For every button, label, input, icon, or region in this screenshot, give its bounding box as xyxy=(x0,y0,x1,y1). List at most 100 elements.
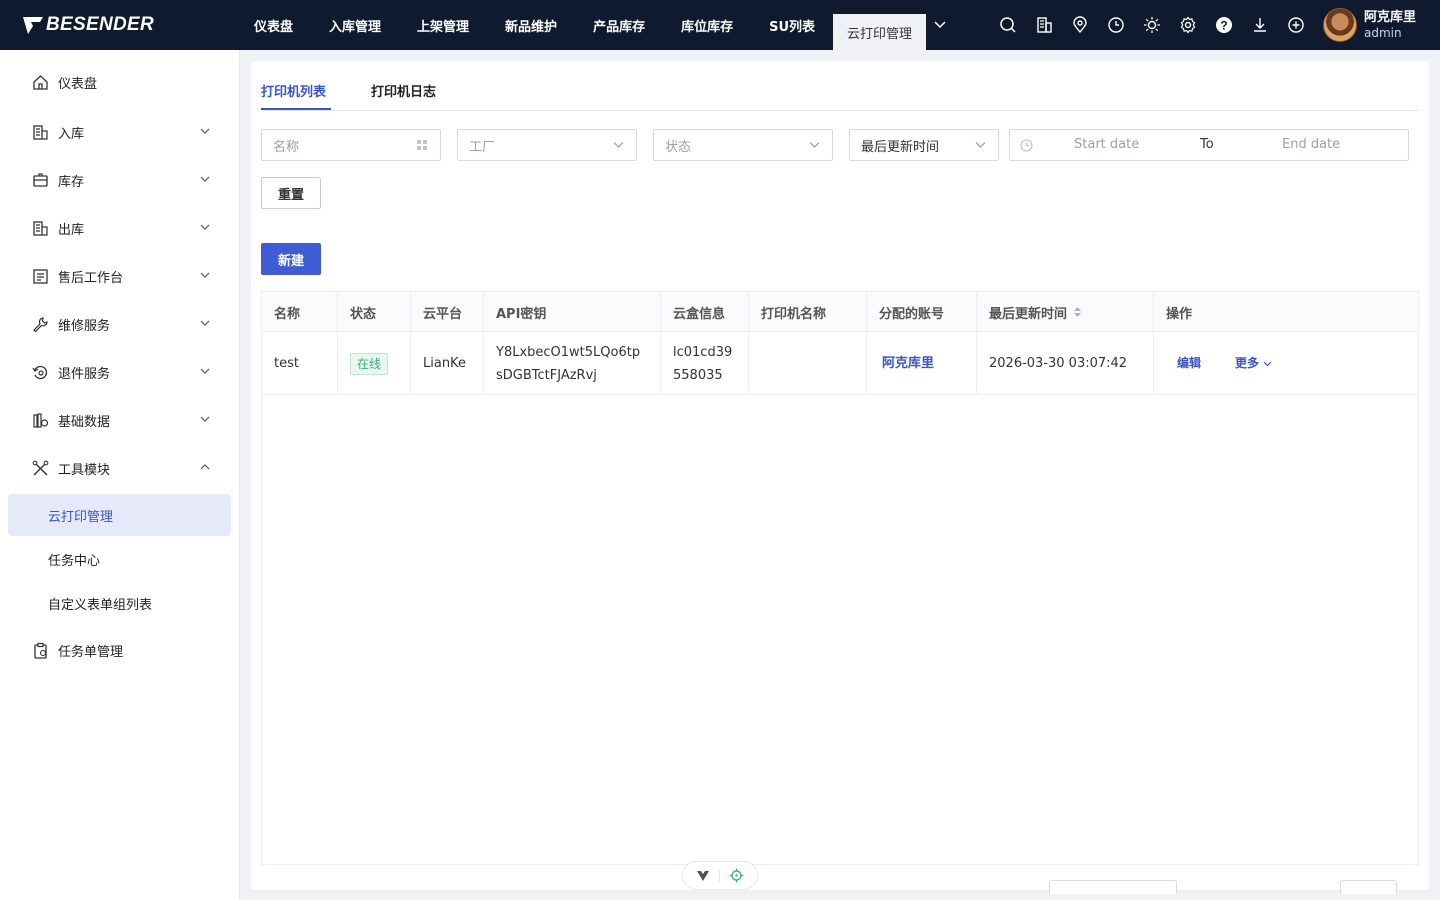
grid-icon xyxy=(417,140,427,150)
user-name: 阿克库里 xyxy=(1364,10,1417,25)
status-badge: 在线 xyxy=(350,352,389,375)
sidebar-item-base-data[interactable]: 基础数据 xyxy=(0,398,240,442)
user-role: admin xyxy=(1364,26,1402,40)
chevron-down-icon xyxy=(200,368,210,374)
sidebar-item-label: 工具模块 xyxy=(58,462,111,478)
sidebar-subitem-custom-forms[interactable]: 自定义表单组列表 xyxy=(8,582,231,624)
download-icon[interactable] xyxy=(1242,0,1278,50)
sidebar-item-dashboard[interactable]: 仪表盘 xyxy=(0,60,240,104)
tab-printer-log[interactable]: 打印机日志 xyxy=(371,81,436,100)
api-key-line-2: sDGBTctFJAzRvj xyxy=(496,367,597,383)
printer-table: 名称 状态 云平台 API密钥 云盒信息 打印机名称 分配的账号 最后更新时间 … xyxy=(261,291,1419,865)
chevron-down-icon xyxy=(200,320,210,326)
nav-su-list[interactable]: SU列表 xyxy=(751,0,833,50)
task-icon xyxy=(34,642,47,659)
clock-icon xyxy=(1020,139,1033,152)
sort-icon[interactable] xyxy=(1073,306,1082,318)
new-button[interactable]: 新建 xyxy=(261,243,321,275)
date-range-picker[interactable]: Start date To End date xyxy=(1009,129,1409,161)
nav-location-inventory[interactable]: 库位库存 xyxy=(663,0,751,50)
tools-icon xyxy=(32,460,49,475)
sidebar-item-tools[interactable]: 工具模块 xyxy=(0,446,240,490)
sidebar-item-outbound[interactable]: 出库 xyxy=(0,206,240,250)
page-jump-input[interactable] xyxy=(1340,880,1397,894)
status-select[interactable]: 状态 xyxy=(653,129,833,161)
box-info-line-1: lc01cd39 xyxy=(673,344,733,360)
sidebar-subitem-task-center[interactable]: 任务中心 xyxy=(8,538,231,580)
clock-icon[interactable] xyxy=(1098,0,1134,50)
nav-shelving[interactable]: 上架管理 xyxy=(399,0,487,50)
factory-placeholder: 工厂 xyxy=(469,139,496,155)
more-dropdown[interactable]: 更多 xyxy=(1235,352,1272,375)
sidebar-item-label: 基础数据 xyxy=(58,414,111,430)
add-circle-icon[interactable] xyxy=(1278,0,1314,50)
col-updated[interactable]: 最后更新时间 xyxy=(977,292,1154,332)
warehouse-icon[interactable] xyxy=(1026,0,1062,50)
gear-icon[interactable] xyxy=(1170,0,1206,50)
database-icon xyxy=(33,412,49,428)
cell-updated: 2026-03-30 03:07:42 xyxy=(977,332,1154,395)
more-label: 更多 xyxy=(1235,356,1260,370)
nav-cloud-print[interactable]: 云打印管理 xyxy=(833,14,927,50)
sidebar-item-repair[interactable]: 维修服务 xyxy=(0,302,240,346)
toolbar-divider xyxy=(718,869,720,882)
sidebar-item-aftersales[interactable]: 售后工作台 xyxy=(0,254,240,298)
end-date-input[interactable]: End date xyxy=(1282,137,1340,152)
sidebar-item-storage[interactable]: 库存 xyxy=(0,158,240,202)
sun-icon[interactable] xyxy=(1134,0,1170,50)
col-status: 状态 xyxy=(338,292,411,332)
start-date-input[interactable]: Start date xyxy=(1074,137,1139,152)
help-icon[interactable]: ? xyxy=(1206,0,1242,50)
factory-select[interactable]: 工厂 xyxy=(457,129,637,161)
table-header: 名称 状态 云平台 API密钥 云盒信息 打印机名称 分配的账号 最后更新时间 … xyxy=(262,292,1418,332)
col-platform: 云平台 xyxy=(411,292,484,332)
sidebar-item-label: 入库 xyxy=(58,126,85,142)
col-updated-label: 最后更新时间 xyxy=(989,306,1068,322)
name-placeholder: 名称 xyxy=(273,139,300,155)
sidebar-item-task-orders[interactable]: 任务单管理 xyxy=(0,628,240,672)
brand-logo[interactable]: BESENDER xyxy=(22,12,154,38)
search-icon[interactable] xyxy=(990,0,1026,50)
wrench-icon xyxy=(33,316,48,332)
nav-new-products[interactable]: 新品维护 xyxy=(487,0,575,50)
sidebar-subitem-cloud-print[interactable]: 云打印管理 xyxy=(8,494,231,536)
sidebar-item-label: 仪表盘 xyxy=(58,76,98,92)
tab-printer-list[interactable]: 打印机列表 xyxy=(261,81,326,100)
sidebar-item-label: 任务单管理 xyxy=(58,644,124,660)
location-pin-icon[interactable] xyxy=(1062,0,1098,50)
cell-platform: LianKe xyxy=(411,332,484,395)
chevron-down-icon xyxy=(200,176,210,182)
chevron-down-icon xyxy=(975,142,986,148)
nav-product-inventory[interactable]: 产品库存 xyxy=(575,0,663,50)
reset-button[interactable]: 重置 xyxy=(261,177,321,209)
vue-devtools-icon[interactable] xyxy=(696,870,710,882)
nav-more-chevron-icon[interactable] xyxy=(926,0,954,50)
page-size-select[interactable] xyxy=(1049,880,1177,894)
user-menu[interactable]: 阿克库里 admin xyxy=(1323,8,1416,42)
building-in-icon xyxy=(33,124,48,140)
sidebar-item-label: 库存 xyxy=(58,174,85,190)
aftersales-icon xyxy=(33,268,48,284)
chevron-up-icon xyxy=(200,464,210,470)
floating-toolbar xyxy=(682,861,758,890)
sidebar: 仪表盘 入库 库存 出库 售后工作台 维修服务 退件服务 基础数据 工具模块 云… xyxy=(0,50,240,900)
target-icon[interactable] xyxy=(729,868,744,883)
nav-dashboard[interactable]: 仪表盘 xyxy=(236,0,311,50)
cell-status: 在线 xyxy=(338,332,411,395)
account-link[interactable]: 阿克库里 xyxy=(882,352,934,375)
time-field-select[interactable]: 最后更新时间 xyxy=(849,129,999,161)
sidebar-item-returns[interactable]: 退件服务 xyxy=(0,350,240,394)
name-filter-input[interactable]: 名称 xyxy=(261,129,441,161)
sidebar-item-label: 售后工作台 xyxy=(58,270,124,286)
toolbar-icons: ? xyxy=(990,0,1314,50)
home-icon xyxy=(33,74,48,90)
sidebar-item-inbound[interactable]: 入库 xyxy=(0,110,240,154)
edit-button[interactable]: 编辑 xyxy=(1177,352,1201,375)
logo-mark-icon xyxy=(23,17,43,34)
cell-name: test xyxy=(262,332,338,395)
chevron-down-icon xyxy=(1263,361,1272,366)
storage-icon xyxy=(33,172,48,187)
nav-inbound[interactable]: 入库管理 xyxy=(311,0,399,50)
col-printer-name: 打印机名称 xyxy=(749,292,867,332)
cell-actions: 编辑 更多 xyxy=(1154,332,1418,395)
